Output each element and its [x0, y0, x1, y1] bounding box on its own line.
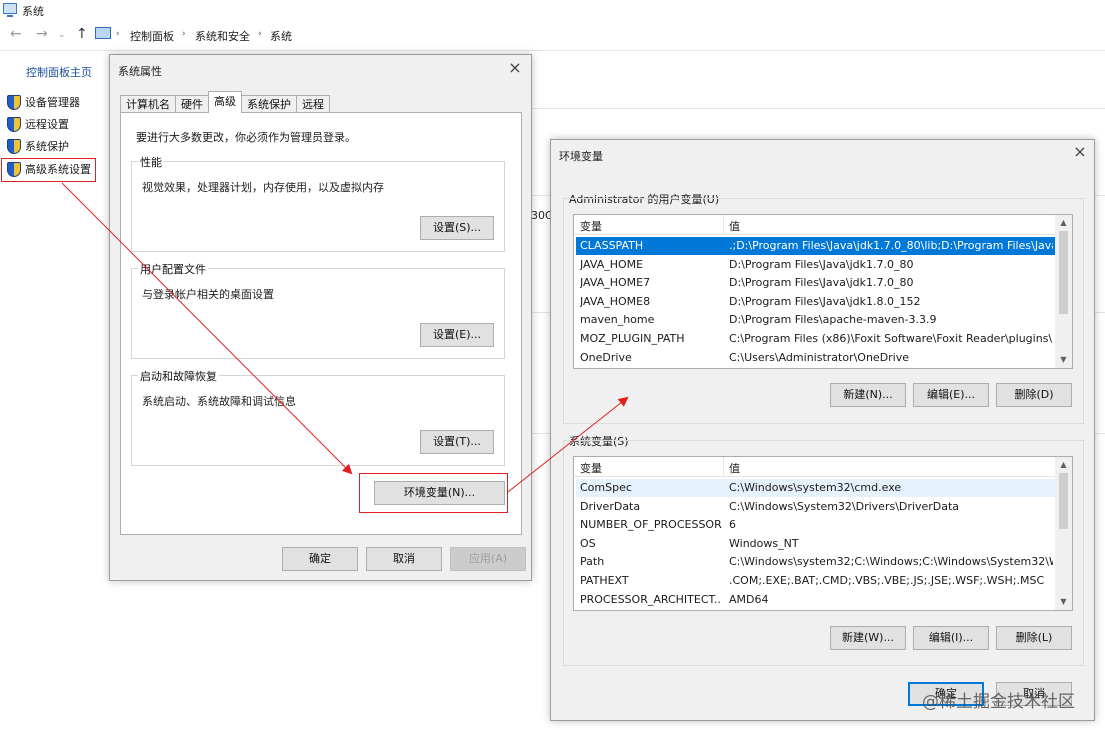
arrow-sidebar-to-env-button — [61, 182, 353, 475]
watermark-text: @稀土掘金技术社区 — [922, 692, 1075, 712]
tab-advanced[interactable]: 高级 — [208, 91, 242, 113]
arrow-env-button-to-dialog — [507, 396, 629, 493]
annotation-arrows — [61, 182, 629, 493]
